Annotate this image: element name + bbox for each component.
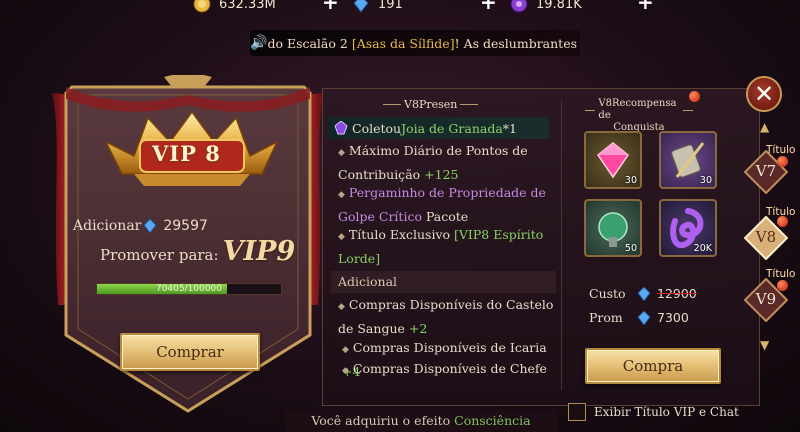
buy-vip-button[interactable]: Comprar <box>120 333 260 371</box>
reward-slot[interactable]: 30 <box>584 131 642 189</box>
blue-crystal-icon <box>637 286 651 301</box>
additional-item: ◆ Compras Disponíveis de Chefe <box>342 361 547 376</box>
gold-value: 632.33M <box>219 0 276 12</box>
cost-row: Custo 12900 <box>589 286 697 301</box>
progress-text: 70405/100000 <box>155 284 223 294</box>
blue-crystal-icon <box>637 310 651 325</box>
gem-value: 19.81K <box>536 0 582 12</box>
close-button[interactable]: ✕ <box>746 76 782 112</box>
announcement-marquee: 🔊 do Escalão 2 [Asas da Sílfide]! As des… <box>250 30 580 56</box>
close-icon: ✕ <box>753 80 775 108</box>
blue-crystal-icon <box>143 219 158 233</box>
crystal-value: 191 <box>378 0 403 12</box>
additional-item: ◆ Compras Disponíveis do Castelo de Sangu… <box>338 297 554 336</box>
purple-gem-icon <box>510 0 528 13</box>
panel-divider <box>561 100 562 390</box>
speaker-icon: 🔊 <box>250 35 268 51</box>
add-label: Adicionar <box>73 218 142 234</box>
privileges-title: V8Presen <box>380 98 481 111</box>
title-tag: Título <box>766 268 796 280</box>
add-gem-button[interactable]: + <box>637 0 655 12</box>
scroll-down-arrow-icon[interactable]: ▼ <box>760 338 769 352</box>
show-vip-title-toggle: Exibir Título VIP e Chat <box>568 403 739 421</box>
original-cost: 12900 <box>657 286 697 301</box>
privilege-item: ◆ Pergaminho de Propriedade de Golpe Crít… <box>338 185 546 224</box>
add-crystal-button[interactable]: + <box>480 0 498 12</box>
vip-points-row: Adicionar 29597 <box>73 218 208 234</box>
vip-progress-bar: 70405/100000 <box>96 283 282 295</box>
scroll-up-arrow-icon[interactable]: ▲ <box>760 120 769 134</box>
purple-gem-icon <box>334 121 348 135</box>
marquee-text: do Escalão 2 [Asas da Sílfide]! As deslu… <box>267 35 580 51</box>
gold-coin-icon <box>193 0 211 13</box>
rewards-title: V8Recompensa de Conquista <box>584 98 694 134</box>
checkbox-label: Exibir Título VIP e Chat <box>594 405 739 419</box>
notification-dot <box>777 216 788 227</box>
reward-slot[interactable]: 20K <box>659 199 717 257</box>
notification-dot <box>777 156 788 167</box>
additional-header: Adicional <box>331 271 556 293</box>
promo-cost: 7300 <box>657 310 689 325</box>
privilege-item: ◆ Título Exclusivo [VIP8 Espírito Lorde] <box>338 227 544 266</box>
effect-notice: Você adquiriu o efeito Consciência <box>285 410 557 432</box>
promo-cost-row: Prom 7300 <box>589 310 689 325</box>
promote-label: Promover para: <box>100 246 219 264</box>
vip-level-label: VIP 8 <box>152 141 221 166</box>
buy-reward-button[interactable]: Compra <box>585 348 721 384</box>
reward-slot[interactable]: 30 <box>659 131 717 189</box>
privilege-item: ◆ Máximo Diário de Pontos de Contribuição… <box>338 143 528 182</box>
gold-resource: 632.33M <box>193 0 329 14</box>
next-vip-level: VIP9 <box>222 236 296 267</box>
promote-row: Promover para: VIP9 <box>100 236 295 267</box>
show-vip-title-checkbox[interactable] <box>568 403 586 421</box>
collected-notice: Coletou Joia de Granada *1 <box>328 117 549 139</box>
add-value: 29597 <box>163 218 208 234</box>
title-tag: Título <box>766 144 796 156</box>
crystal-resource: 191 <box>352 0 488 14</box>
gem-resource: 19.81K <box>510 0 646 14</box>
resource-bar: 632.33M + 191 + 19.81K + <box>0 0 800 14</box>
add-gold-button[interactable]: + <box>322 0 340 12</box>
reward-slot[interactable]: 50 <box>584 199 642 257</box>
blue-crystal-icon <box>353 0 369 13</box>
notification-dot <box>689 91 700 102</box>
notification-dot <box>777 280 788 291</box>
